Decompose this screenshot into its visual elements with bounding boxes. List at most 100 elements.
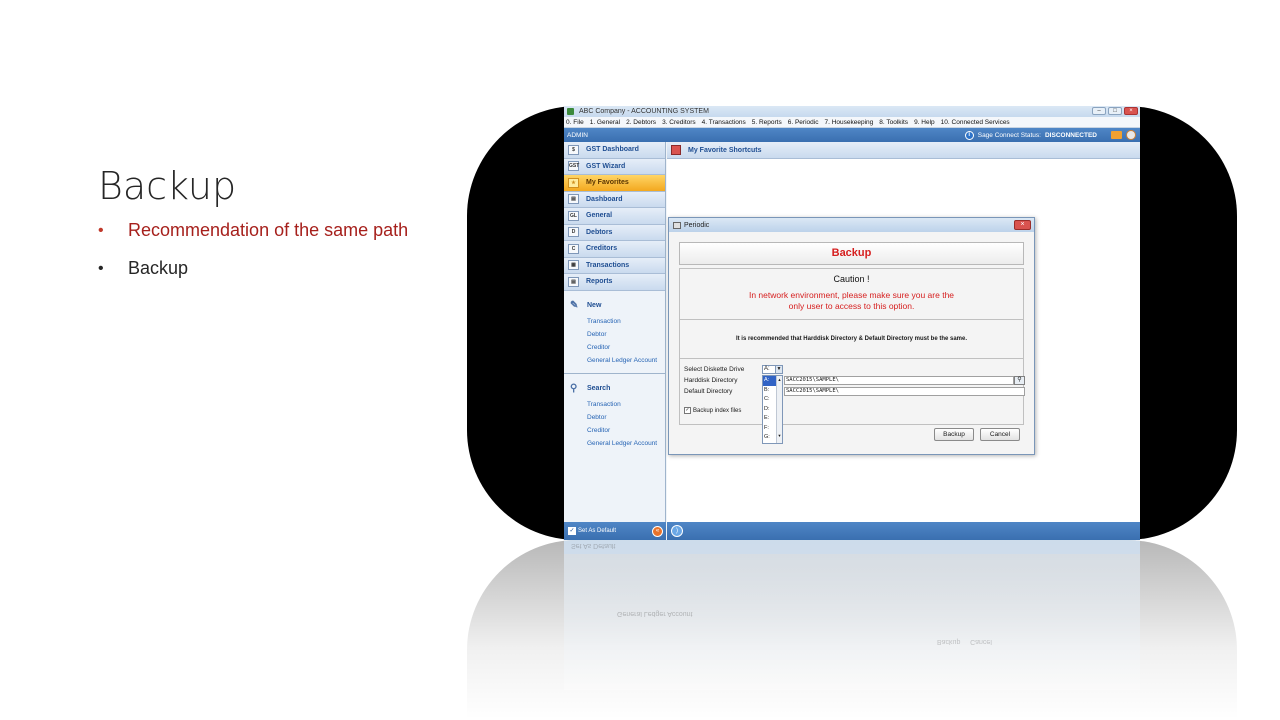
star-icon: ★: [568, 177, 579, 188]
search-transaction-link[interactable]: Transaction: [587, 398, 665, 411]
search-gl-account-link[interactable]: General Ledger Account: [587, 437, 665, 450]
bullet-item: • Recommendation of the same path: [98, 220, 408, 241]
reflection-link: General Ledger Account: [617, 610, 693, 617]
default-directory-input[interactable]: SACC2015\SAMPLE\: [784, 387, 1025, 396]
minimize-button[interactable]: –: [1092, 107, 1106, 115]
tools-icon[interactable]: [1126, 130, 1136, 140]
sidebar-item-general[interactable]: GL General: [564, 208, 665, 225]
dashboard-icon: ▤: [568, 194, 579, 205]
sidebar-item-label: Transactions: [586, 261, 630, 269]
sidebar-item-dashboard[interactable]: ▤ Dashboard: [564, 191, 665, 208]
pencil-icon: ✎: [570, 299, 579, 311]
close-button[interactable]: ×: [1124, 107, 1138, 115]
menu-bar: 0. File 1. General 2. Debtors 3. Credito…: [564, 117, 1140, 128]
favorites-icon: [671, 145, 681, 155]
bullet-list: • Recommendation of the same path • Backup: [98, 220, 408, 296]
cancel-button[interactable]: Cancel: [980, 428, 1020, 441]
recommendation-box: It is recommended that Harddisk Director…: [679, 320, 1024, 359]
menu-creditors[interactable]: 3. Creditors: [662, 119, 696, 126]
set-default-checkbox[interactable]: ✓: [568, 527, 576, 535]
maximize-button[interactable]: □: [1108, 107, 1122, 115]
backup-button[interactable]: Backup: [934, 428, 974, 441]
sidebar-item-gst-wizard[interactable]: GST GST Wizard: [564, 158, 665, 175]
menu-toolkits[interactable]: 8. Toolkits: [879, 119, 908, 126]
main-header-title: My Favorite Shortcuts: [688, 146, 762, 154]
rss-icon[interactable]: ): [671, 525, 683, 537]
bullet-icon: •: [98, 221, 104, 239]
user-label: ADMIN: [567, 131, 588, 139]
sidebar-item-debtors[interactable]: D Debtors: [564, 224, 665, 241]
menu-help[interactable]: 9. Help: [914, 119, 935, 126]
chevron-down-icon[interactable]: ▼: [775, 366, 782, 373]
sidebar-item-label: GST Wizard: [586, 162, 626, 170]
bullet-text: Recommendation of the same path: [128, 220, 409, 240]
menu-periodic[interactable]: 6. Periodic: [788, 119, 819, 126]
drive-select-value: A:: [764, 366, 770, 372]
sidebar-item-label: Creditors: [586, 245, 618, 253]
collapse-icon[interactable]: «: [652, 525, 663, 537]
new-transaction-link[interactable]: Transaction: [587, 315, 665, 328]
slide-title: Backup: [98, 164, 237, 208]
dialog-icon: [673, 221, 681, 229]
mail-icon[interactable]: [1111, 131, 1122, 139]
caution-title: Caution !: [833, 274, 870, 284]
connect-status-label: Sage Connect Status:: [977, 131, 1041, 139]
backup-index-checkbox-row[interactable]: ✓ Backup index files: [684, 407, 741, 414]
dropdown-scrollbar[interactable]: ▲ ▼: [776, 376, 782, 443]
sidebar-footer: ✓ Set As Default «: [564, 522, 666, 540]
menu-general[interactable]: 1. General: [590, 119, 620, 126]
new-gl-account-link[interactable]: General Ledger Account: [587, 354, 665, 367]
connect-status-value: DISCONNECTED: [1044, 131, 1097, 139]
caution-line-1: In network environment, please make sure…: [748, 290, 955, 300]
app-title: ABC Company - ACCOUNTING SYSTEM: [579, 108, 709, 115]
creditors-icon: C: [568, 243, 579, 254]
new-section-title: New: [587, 302, 602, 309]
app-icon: [567, 108, 574, 115]
gst-dashboard-icon: $: [568, 144, 579, 155]
drive-label: Select Diskette Drive: [684, 366, 745, 373]
menu-file[interactable]: 0. File: [566, 119, 584, 126]
caution-box: Caution ! In network environment, please…: [679, 268, 1024, 320]
sidebar-item-label: Reports: [586, 278, 613, 286]
menu-reports[interactable]: 5. Reports: [752, 119, 782, 126]
debtors-icon: D: [568, 227, 579, 238]
sidebar-item-gst-dashboard[interactable]: $ GST Dashboard: [564, 142, 665, 159]
harddisk-directory-input[interactable]: SACC2015\SAMPLE\: [784, 376, 1014, 385]
connect-status: i Sage Connect Status: DISCONNECTED: [964, 130, 1136, 140]
sidebar: $ GST Dashboard GST GST Wizard ★ My Favorit…: [564, 142, 666, 526]
reports-icon: ▤: [568, 276, 579, 287]
menu-transactions[interactable]: 4. Transactions: [702, 119, 746, 126]
search-debtor-link[interactable]: Debtor: [587, 411, 665, 424]
set-default-label: Set As Default: [578, 528, 617, 534]
drive-dropdown-list: A: B: C: D: E: F: G: ▲ ▼: [762, 375, 783, 444]
dialog-titlebar: Periodic ×: [669, 218, 1034, 232]
menu-debtors[interactable]: 2. Debtors: [626, 119, 656, 126]
search-section: ⚲ Search Transaction Debtor Creditor Gene…: [564, 380, 665, 456]
status-bar: ADMIN i Sage Connect Status: DISCONNECTE…: [564, 128, 1140, 142]
dialog-close-button[interactable]: ×: [1014, 220, 1031, 230]
bullet-text: Backup: [128, 258, 189, 278]
fields-box: Select Diskette Drive Harddisk Directory…: [679, 359, 1025, 444]
sidebar-item-my-favorites[interactable]: ★ My Favorites: [564, 175, 665, 192]
reflection: Set As Default General Ledger Account Ba…: [467, 540, 1237, 720]
default-dir-label: Default Directory: [684, 388, 733, 395]
dialog-title: Periodic: [684, 221, 710, 229]
search-icon: ⚲: [570, 382, 578, 394]
accounting-app-window: ABC Company - ACCOUNTING SYSTEM – □ × 0.…: [564, 106, 1140, 540]
new-creditor-link[interactable]: Creditor: [587, 341, 665, 354]
menu-housekeeping[interactable]: 7. Housekeeping: [824, 119, 873, 126]
reflection-set-default: Set As Default: [571, 542, 616, 549]
menu-connected-services[interactable]: 10. Connected Services: [941, 119, 1010, 126]
backup-index-checkbox[interactable]: ✓: [684, 407, 691, 414]
browse-folder-button[interactable]: ⚲: [1014, 376, 1025, 385]
drive-select[interactable]: A: ▼: [762, 365, 783, 374]
search-creditor-link[interactable]: Creditor: [587, 424, 665, 437]
new-debtor-link[interactable]: Debtor: [587, 328, 665, 341]
recommendation-text: It is recommended that Harddisk Director…: [735, 336, 968, 342]
harddisk-label: Harddisk Directory: [684, 377, 738, 384]
sidebar-item-creditors[interactable]: C Creditors: [564, 241, 665, 258]
sidebar-item-reports[interactable]: ▤ Reports: [564, 274, 665, 291]
reflection-backup: Backup: [937, 638, 961, 645]
new-section: ✎ New Transaction Debtor Creditor General…: [564, 297, 665, 374]
sidebar-item-transactions[interactable]: ▦ Transactions: [564, 257, 665, 274]
